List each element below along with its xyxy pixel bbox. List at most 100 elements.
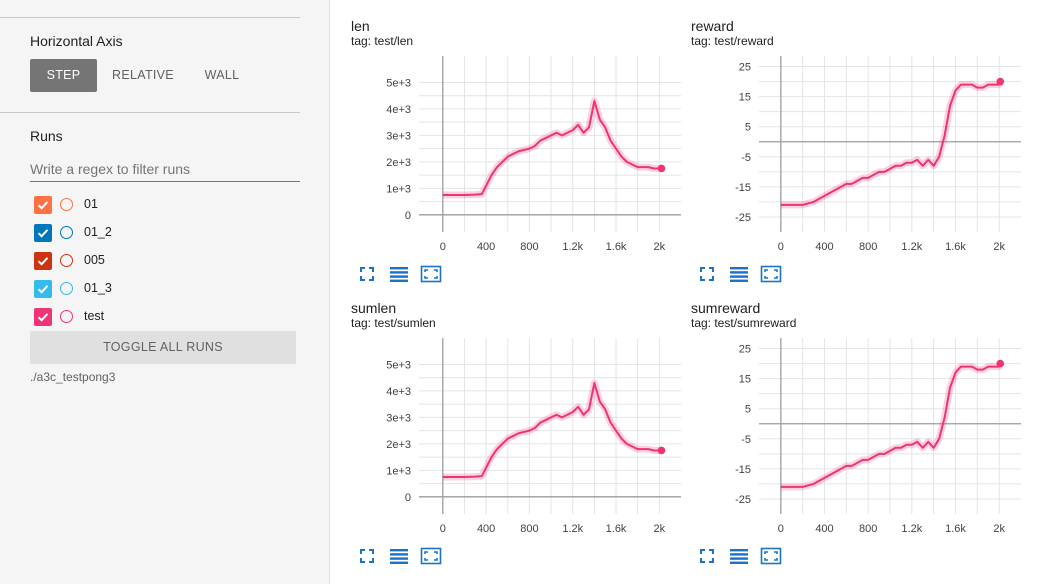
y-tick-label: -25	[735, 494, 751, 506]
y-tick-label: -25	[735, 212, 751, 224]
y-tick-label: 15	[739, 374, 751, 386]
y-tick-label: 4e+3	[386, 386, 411, 398]
x-tick-label: 800	[520, 523, 538, 535]
x-tick-label: 0	[778, 523, 784, 535]
x-tick-label: 0	[778, 241, 784, 253]
run-label: test	[84, 309, 105, 323]
run-item-01[interactable]: 01	[34, 196, 294, 214]
card-title: len	[351, 18, 370, 34]
y-tick-label: 4e+3	[386, 104, 411, 116]
run-color-icon[interactable]	[60, 310, 73, 323]
x-tick-label: 1.6k	[945, 523, 966, 535]
data-table-icon[interactable]	[728, 547, 750, 570]
y-tick-label: 0	[405, 492, 411, 504]
toggle-all-runs-button[interactable]: TOGGLE ALL RUNS	[30, 331, 296, 364]
run-item-005[interactable]: 005	[34, 252, 294, 270]
divider	[0, 112, 300, 113]
expand-icon[interactable]	[358, 547, 376, 570]
chart-sumlen[interactable]: 0 1e+3 2e+3 3e+3 4e+3 5e+3 0 400 800 1.2k 1.6k 2k	[351, 330, 685, 542]
run-color-icon[interactable]	[60, 282, 73, 295]
series-end-point[interactable]	[657, 164, 666, 173]
x-tick-label: 800	[520, 241, 538, 253]
run-checkbox[interactable]	[34, 196, 52, 214]
x-tick-label: 400	[477, 523, 495, 535]
data-table-icon[interactable]	[388, 547, 410, 570]
x-tick-label: 2k	[654, 523, 666, 535]
x-tick-label: 400	[815, 523, 833, 535]
series-end-point[interactable]	[996, 359, 1005, 368]
chart-card-len: len tag: test/len 0 1e+3 2e+3 3e+3 4e+3 5e+3 0…	[351, 0, 691, 283]
series-raw-band	[442, 379, 663, 481]
run-color-icon[interactable]	[60, 226, 73, 239]
run-label: 01	[84, 197, 98, 211]
run-color-icon[interactable]	[60, 198, 73, 211]
card-tag: tag: test/sumreward	[691, 316, 797, 330]
run-item-test[interactable]: test	[34, 308, 294, 326]
series-line[interactable]	[442, 99, 662, 196]
sidebar: Horizontal Axis STEP RELATIVE WALL Runs …	[0, 0, 330, 584]
y-tick-label: -5	[741, 434, 751, 446]
chart-len[interactable]: 0 1e+3 2e+3 3e+3 4e+3 5e+3 0 400 800 1.2k 1.6k 2k	[351, 48, 685, 260]
card-title: sumreward	[691, 300, 761, 316]
x-tick-label: 0	[440, 241, 446, 253]
y-tick-label: 1e+3	[386, 183, 411, 195]
x-tick-label: 1.2k	[562, 523, 583, 535]
card-tag: tag: test/sumlen	[351, 316, 436, 330]
logdir-label: ./a3c_testpong3	[30, 370, 116, 384]
card-title: reward	[691, 18, 734, 34]
x-tick-label: 0	[440, 523, 446, 535]
y-tick-label: 25	[739, 62, 751, 74]
run-item-01_3[interactable]: 01_3	[34, 280, 294, 298]
runs-title: Runs	[30, 128, 63, 144]
x-tick-label: 1.2k	[901, 523, 922, 535]
y-tick-label: -5	[741, 152, 751, 164]
run-checkbox[interactable]	[34, 252, 52, 270]
x-tick-label: 800	[859, 241, 877, 253]
run-checkbox[interactable]	[34, 308, 52, 326]
series-line[interactable]	[442, 381, 662, 478]
y-tick-label: 1e+3	[386, 465, 411, 477]
x-tick-label: 400	[815, 241, 833, 253]
fit-domain-icon[interactable]	[420, 547, 442, 570]
x-tick-label: 2k	[993, 523, 1005, 535]
chart-card-sumlen: sumlen tag: test/sumlen 0 1e+3 2e+3 3e+3 4e+…	[351, 282, 691, 565]
chart-card-reward: reward tag: test/reward -25 -15 -5 5 15 25 0 40…	[691, 0, 1031, 283]
wall-button[interactable]: WALL	[192, 59, 252, 92]
series-end-point[interactable]	[657, 446, 666, 455]
y-tick-label: 2e+3	[386, 157, 411, 169]
run-checkbox[interactable]	[34, 224, 52, 242]
x-tick-label: 1.2k	[901, 241, 922, 253]
horizontal-axis-title: Horizontal Axis	[30, 33, 123, 49]
x-tick-label: 800	[859, 523, 877, 535]
fit-domain-icon[interactable]	[760, 547, 782, 570]
run-checkbox[interactable]	[34, 280, 52, 298]
relative-button[interactable]: RELATIVE	[103, 59, 183, 92]
run-label: 01_3	[84, 281, 112, 295]
card-tag: tag: test/len	[351, 34, 414, 48]
y-tick-label: 5	[745, 122, 751, 134]
y-tick-label: 3e+3	[386, 412, 411, 424]
y-tick-label: 0	[405, 210, 411, 222]
y-tick-label: 5e+3	[386, 359, 411, 371]
run-label: 005	[84, 253, 105, 267]
card-tag: tag: test/reward	[691, 34, 774, 48]
run-filter-input[interactable]	[30, 157, 300, 182]
run-label: 01_2	[84, 225, 112, 239]
step-button[interactable]: STEP	[30, 59, 97, 92]
y-tick-label: -15	[735, 464, 751, 476]
y-tick-label: 2e+3	[386, 439, 411, 451]
card-title: sumlen	[351, 300, 397, 316]
y-tick-label: 5	[745, 404, 751, 416]
chart-reward[interactable]: -25 -15 -5 5 15 25 0 400 800 1.2k 1.6k 2k	[691, 48, 1025, 260]
series-end-point[interactable]	[996, 77, 1005, 86]
expand-icon[interactable]	[698, 547, 716, 570]
run-item-01_2[interactable]: 01_2	[34, 224, 294, 242]
x-tick-label: 400	[477, 241, 495, 253]
run-color-icon[interactable]	[60, 254, 73, 267]
x-tick-label: 1.2k	[562, 241, 583, 253]
series-raw-band	[442, 97, 663, 199]
x-tick-label: 2k	[654, 241, 666, 253]
y-tick-label: -15	[735, 182, 751, 194]
chart-sumreward[interactable]: -25 -15 -5 5 15 25 0 400 800 1.2k 1.6k 2k	[691, 330, 1025, 542]
y-tick-label: 25	[739, 344, 751, 356]
